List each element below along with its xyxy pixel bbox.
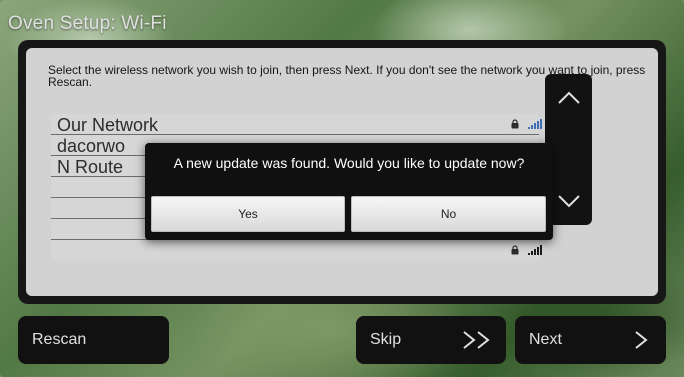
yes-button[interactable]: Yes: [151, 196, 345, 232]
dialog-message: A new update was found. Would you like t…: [173, 155, 525, 171]
oven-screen: Oven Setup: Wi-Fi Select the wireless ne…: [0, 0, 684, 377]
no-button[interactable]: No: [351, 196, 546, 232]
update-dialog: A new update was found. Would you like t…: [145, 143, 553, 240]
